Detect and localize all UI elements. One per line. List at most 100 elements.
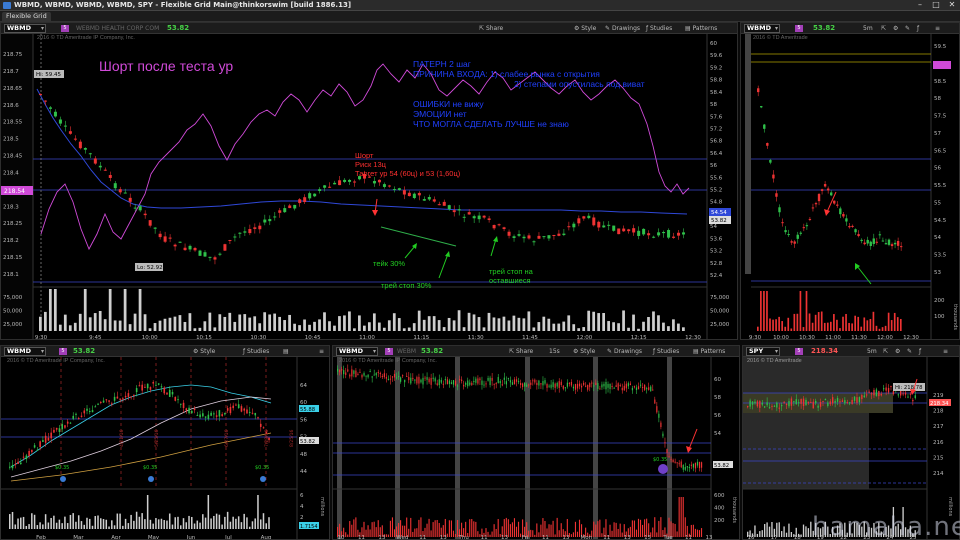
symbol-selector-br[interactable]: SPY <box>746 347 780 356</box>
minimize-icon[interactable]: – <box>914 1 926 9</box>
drawings-button[interactable]: ✎ Drawings <box>605 25 640 32</box>
studies-button-bm[interactable]: ƒ Studies <box>653 348 679 355</box>
patterns-button-bm[interactable]: ▤ Patterns <box>693 348 725 355</box>
bl-volume-bar <box>168 513 171 529</box>
bl-candle <box>166 392 168 395</box>
main-candle <box>522 236 526 239</box>
share-icon-tr[interactable]: ⇱ <box>881 25 886 32</box>
tr-candle <box>836 204 839 206</box>
symbol-selector-bl[interactable]: WBMD <box>4 347 46 356</box>
bm-volume-bar <box>495 528 497 537</box>
bm-volume-bar <box>528 530 530 537</box>
main-candle <box>218 253 222 255</box>
style-button-bl[interactable]: ⚙ Style <box>193 348 215 355</box>
bm-volume-bar <box>682 497 684 537</box>
link-badge-br[interactable]: 5 <box>795 348 803 355</box>
bl-candle <box>182 402 185 409</box>
patterns-button[interactable]: ▤ Patterns <box>685 25 717 32</box>
studies-button[interactable]: ƒ Studies <box>646 25 672 32</box>
bm-volume-bar <box>572 532 574 537</box>
tr-candle <box>808 218 812 220</box>
bm-candle <box>678 463 680 465</box>
style-button-bm[interactable]: ⚙ Style <box>573 348 595 355</box>
link-badge-bl[interactable]: 5 <box>59 348 67 355</box>
style-icon-tr[interactable]: ⚙ <box>893 25 898 32</box>
main-candle <box>547 235 551 239</box>
bm-candle <box>410 377 412 384</box>
link-badge[interactable]: 5 <box>61 25 69 32</box>
main-volume-bar <box>138 289 142 331</box>
maximize-icon[interactable]: □ <box>930 1 942 9</box>
tr-candle <box>778 207 781 213</box>
main-volume-bar <box>492 317 496 331</box>
bottom-left-chart-svg[interactable]: 646056524844 55.88 53.82 $0.35$0.35$0.35… <box>1 357 330 540</box>
bl-volume-bar <box>229 521 232 529</box>
bl-candle <box>163 387 166 394</box>
agg-period-bm[interactable]: 15s <box>549 348 560 355</box>
patterns-icon-bl[interactable]: ▤ <box>283 348 289 355</box>
share-button-bm[interactable]: ⇱ Share <box>509 348 533 355</box>
drawings-button-bm[interactable]: ✎ Drawings <box>607 348 642 355</box>
style-button[interactable]: ⚙ Style <box>574 25 596 32</box>
bottom-mid-chart-svg[interactable]: 60 58 56 54 53.82 $0.35 600 400 200 thousands… <box>333 357 740 540</box>
top-right-chart-svg[interactable]: 59.55958.55857.55756.55655.55554.55453.5… <box>741 34 960 340</box>
main-candle <box>507 231 511 236</box>
menu-icon-br[interactable]: ≡ <box>943 348 948 355</box>
bl-candle <box>204 416 207 418</box>
bm-candle <box>542 381 544 386</box>
bm-candle <box>623 385 625 391</box>
bm-candle <box>609 383 611 390</box>
bl-candle <box>127 393 130 397</box>
agg-period-br[interactable]: 5m <box>867 348 877 355</box>
agg-period-tr[interactable]: 5m <box>863 25 873 32</box>
earnings-event-icon[interactable] <box>658 464 668 474</box>
close-icon[interactable]: ✕ <box>946 1 958 9</box>
br-candle <box>790 398 793 406</box>
bm-candle <box>448 380 451 384</box>
app-icon <box>3 2 11 9</box>
menu-icon-tr[interactable]: ≡ <box>935 25 940 32</box>
main-volume-bar <box>273 313 277 331</box>
bm-candle <box>430 377 432 385</box>
studies-button-bl[interactable]: ƒ Studies <box>243 348 269 355</box>
bl-candle <box>28 450 30 456</box>
bl-candle <box>138 385 141 387</box>
drawings-icon-br[interactable]: ✎ <box>907 348 912 355</box>
bm-price-tick: 56 <box>714 413 721 419</box>
bm-candle <box>562 385 564 389</box>
bl-volume-bar <box>185 522 188 529</box>
symbol-selector[interactable]: WBMD <box>4 24 46 33</box>
tr-candle <box>851 225 854 227</box>
tab-flexible-grid[interactable]: Flexible Grid <box>2 12 51 21</box>
bm-candle <box>438 379 440 386</box>
main-candle <box>253 227 257 229</box>
symbol-selector-tr[interactable]: WBMD <box>744 24 780 33</box>
share-button[interactable]: ⇱ Share <box>479 25 503 32</box>
main-candle <box>48 107 52 109</box>
main-candle <box>248 229 252 234</box>
bl-volume-bar <box>157 519 160 529</box>
studies-icon-br[interactable]: ƒ <box>919 348 921 355</box>
bl-volume-bar <box>224 516 226 529</box>
symbol-selector-bm[interactable]: WBMD <box>336 347 378 356</box>
bm-price-tick: 58 <box>714 395 721 401</box>
tr-price-tick: 53 <box>934 270 941 276</box>
bl-volume-bar <box>262 513 265 529</box>
last-price-bl: 53.82 <box>73 347 96 355</box>
bm-volume-bar <box>428 518 430 537</box>
share-icon-br[interactable]: ⇱ <box>883 348 888 355</box>
link-badge-tr[interactable]: 5 <box>795 25 803 32</box>
tr-candle <box>896 240 900 246</box>
bm-volume-bar <box>446 533 448 537</box>
main-candle <box>323 185 327 188</box>
drawings-icon-tr[interactable]: ✎ <box>905 25 910 32</box>
main-candle <box>572 223 576 228</box>
link-badge-bm[interactable]: 5 <box>385 348 393 355</box>
bm-volume-bar <box>532 530 534 537</box>
bl-volume-bar <box>193 523 196 529</box>
menu-icon-bl[interactable]: ≡ <box>319 348 324 355</box>
bm-candle <box>570 381 573 386</box>
studies-icon-tr[interactable]: ƒ <box>917 25 919 32</box>
trade-notes: ПАТЕРН 2 шаг ПРИЧИНА ВХОДА: 1) слабее ры… <box>413 59 645 129</box>
style-icon-br[interactable]: ⚙ <box>895 348 900 355</box>
